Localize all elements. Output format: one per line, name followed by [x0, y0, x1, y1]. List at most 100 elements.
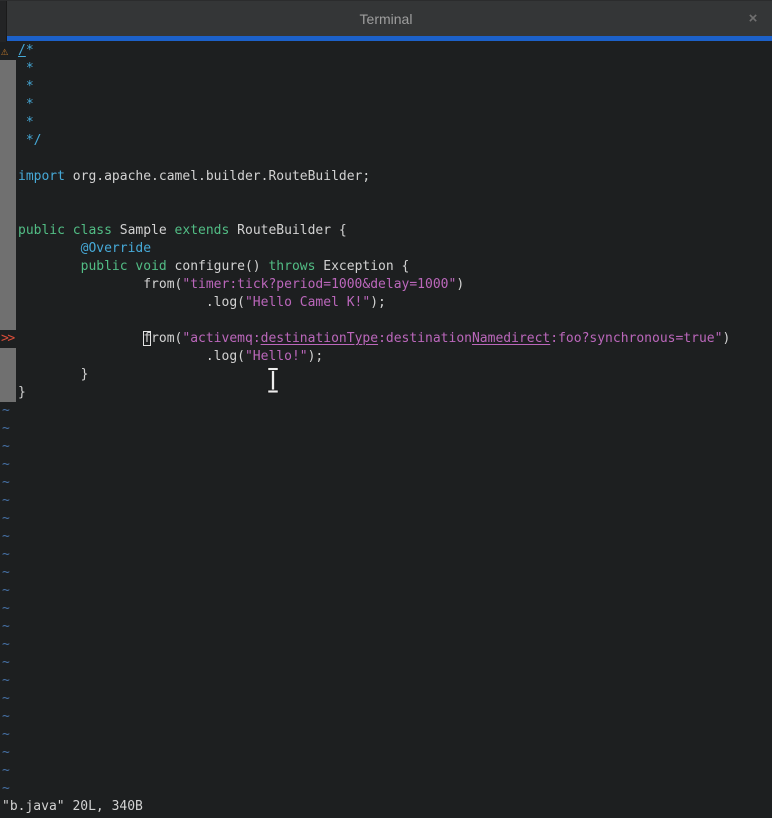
empty-line-tilde: ~ — [0, 600, 772, 618]
code-token: } — [18, 367, 88, 382]
close-icon[interactable]: × — [745, 10, 761, 28]
empty-line-tilde: ~ — [0, 402, 772, 420]
code-line[interactable]: >> from("activemq:destinationType:destin… — [0, 330, 772, 348]
code-token: throws — [268, 259, 315, 274]
sign-column — [0, 258, 16, 276]
code-token: configure() — [167, 259, 269, 274]
empty-line-tilde: ~ — [0, 582, 772, 600]
vim-block-cursor: f — [143, 331, 151, 346]
code-token: :destination — [378, 331, 472, 346]
sign-column — [0, 294, 16, 312]
code-line[interactable]: * — [0, 78, 772, 96]
code-token: from( — [18, 277, 182, 292]
sign-column — [0, 240, 16, 258]
code-token: RouteBuilder { — [229, 223, 346, 238]
code-token: * — [18, 79, 34, 94]
code-token: */ — [18, 133, 41, 148]
code-token: * — [26, 43, 34, 58]
code-token: @Override — [81, 241, 151, 256]
code-token: .log( — [18, 349, 245, 364]
terminal-content[interactable]: ⚠/* * * * * */import org.apache.camel.bu… — [0, 41, 772, 818]
empty-line-tilde: ~ — [0, 762, 772, 780]
empty-line-tilde: ~ — [0, 420, 772, 438]
code-token: extends — [175, 223, 230, 238]
sign-column — [0, 186, 16, 204]
code-line[interactable]: .log("Hello!"); — [0, 348, 772, 366]
code-line[interactable]: from("timer:tick?period=1000&delay=1000"… — [0, 276, 772, 294]
sign-column — [0, 132, 16, 150]
code-line[interactable]: * — [0, 96, 772, 114]
code-line[interactable]: * — [0, 60, 772, 78]
sign-column — [0, 150, 16, 168]
code-line[interactable] — [0, 150, 772, 168]
code-line[interactable]: * — [0, 114, 772, 132]
warning-icon: ⚠ — [1, 42, 17, 60]
empty-line-tilde: ~ — [0, 636, 772, 654]
empty-line-tilde: ~ — [0, 780, 772, 798]
empty-line-tilde: ~ — [0, 492, 772, 510]
code-line[interactable]: */ — [0, 132, 772, 150]
terminal-window: Terminal × ⚠/* * * * * */import org.apac… — [0, 0, 772, 818]
code-token: } — [18, 385, 26, 400]
empty-line-tilde: ~ — [0, 546, 772, 564]
text-ibeam-cursor-icon — [265, 367, 281, 394]
empty-line-tilde: ~ — [0, 654, 772, 672]
code-token: * — [18, 61, 34, 76]
code-line[interactable]: } — [0, 384, 772, 402]
code-token: / — [18, 43, 26, 58]
code-token: public void — [81, 259, 167, 274]
empty-line-tilde: ~ — [0, 744, 772, 762]
empty-line-tilde: ~ — [0, 456, 772, 474]
code-line[interactable] — [0, 186, 772, 204]
code-token: ); — [370, 295, 386, 310]
code-area: ⚠/* * * * * */import org.apache.camel.bu… — [0, 42, 772, 402]
empty-line-tilde: ~ — [0, 708, 772, 726]
code-token: Sample — [112, 223, 175, 238]
code-token: Namedirect — [472, 331, 550, 346]
sign-column — [0, 168, 16, 186]
code-line[interactable]: public void configure() throws Exception… — [0, 258, 772, 276]
code-line[interactable]: ⚠/* — [0, 42, 772, 60]
titlebar-left-edge — [0, 1, 7, 42]
empty-line-tilde: ~ — [0, 618, 772, 636]
code-token: :foo?synchronous=true" — [550, 331, 722, 346]
sign-column — [0, 60, 16, 78]
sign-column — [0, 276, 16, 294]
code-line[interactable]: import org.apache.camel.builder.RouteBui… — [0, 168, 772, 186]
empty-line-tilde: ~ — [0, 510, 772, 528]
sign-column — [0, 366, 16, 384]
code-token — [18, 241, 81, 256]
code-line[interactable] — [0, 312, 772, 330]
code-line[interactable] — [0, 204, 772, 222]
code-token: * — [18, 97, 34, 112]
empty-line-tilde: ~ — [0, 690, 772, 708]
empty-line-tilde: ~ — [0, 528, 772, 546]
code-line[interactable]: @Override — [0, 240, 772, 258]
code-token: "Hello!" — [245, 349, 308, 364]
code-token — [18, 331, 143, 346]
empty-lines-area: ~~~~~~~~~~~~~~~~~~~~~~ — [0, 402, 772, 798]
code-token: Exception { — [315, 259, 409, 274]
empty-line-tilde: ~ — [0, 672, 772, 690]
code-line[interactable]: } — [0, 366, 772, 384]
sign-column — [0, 312, 16, 330]
code-token: import — [18, 169, 65, 184]
sign-column — [0, 204, 16, 222]
code-token: ) — [456, 277, 464, 292]
sign-column — [0, 78, 16, 96]
sign-column — [0, 114, 16, 132]
code-line[interactable]: public class Sample extends RouteBuilder… — [0, 222, 772, 240]
empty-line-tilde: ~ — [0, 726, 772, 744]
window-title: Terminal — [360, 11, 413, 27]
sign-column — [0, 348, 16, 366]
code-token: destinationType — [261, 331, 378, 346]
sign-column — [0, 384, 16, 402]
code-token: "Hello Camel K!" — [245, 295, 370, 310]
code-token: * — [18, 115, 34, 130]
empty-line-tilde: ~ — [0, 474, 772, 492]
empty-line-tilde: ~ — [0, 438, 772, 456]
code-token — [18, 259, 81, 274]
code-line[interactable]: .log("Hello Camel K!"); — [0, 294, 772, 312]
code-token: ); — [308, 349, 324, 364]
titlebar[interactable]: Terminal × — [0, 0, 772, 36]
